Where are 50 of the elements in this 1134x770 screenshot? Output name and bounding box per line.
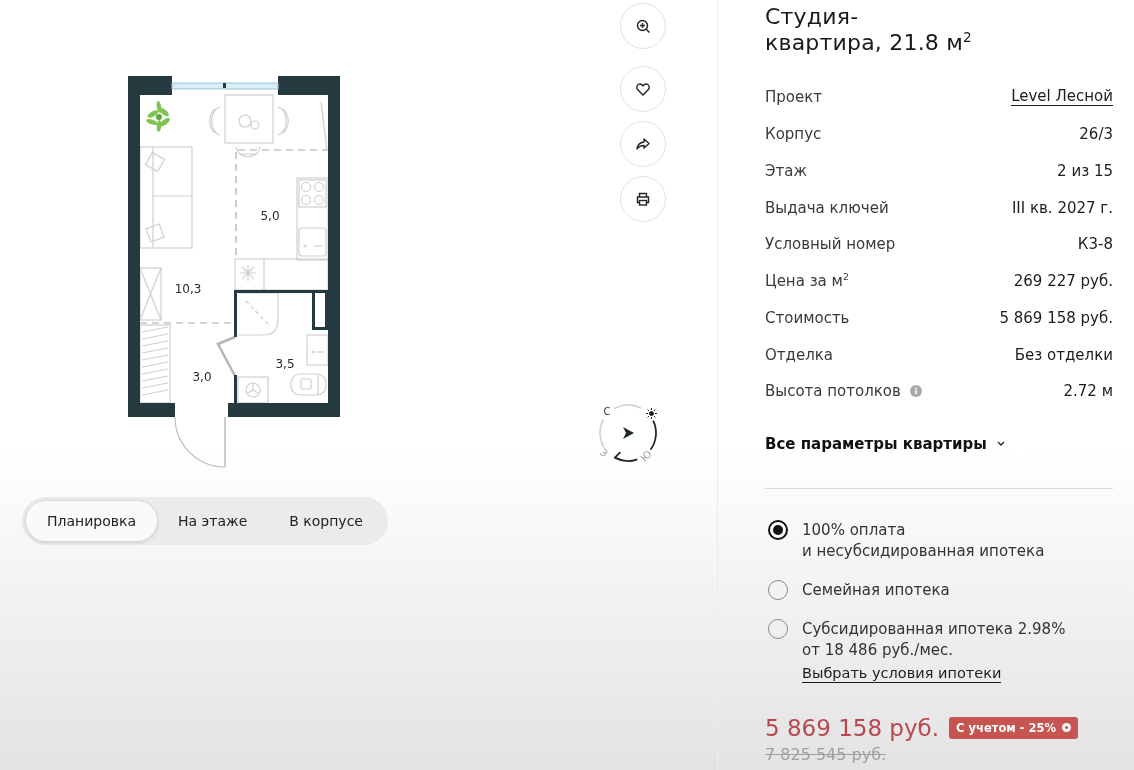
option-detail: от 18 486 руб./мес. (802, 639, 953, 661)
compass-letter: С (603, 405, 611, 417)
room-area: 10,3 (174, 282, 202, 296)
param-value: К3-8 (1077, 235, 1113, 254)
param-value: 26/3 (1079, 125, 1113, 144)
room-area: 5,0 (260, 209, 280, 223)
print-button[interactable] (620, 176, 666, 222)
room-area: 3,0 (192, 370, 212, 384)
param-label: Этаж (765, 161, 807, 180)
zoom-button[interactable] (620, 3, 666, 49)
pointer-icon (623, 427, 634, 439)
option-label: 100% оплата и несубсидированная ипотека (802, 519, 1045, 562)
project-link[interactable]: Level Лесной (1011, 88, 1113, 107)
all-params-toggle[interactable]: Все параметры квартиры (765, 425, 1005, 462)
share-button[interactable] (620, 121, 666, 167)
heart-icon (636, 82, 650, 96)
param-value: Без отделки (1014, 345, 1113, 364)
favorite-button[interactable] (620, 66, 666, 112)
discount-badge[interactable]: С учетом - 25% (949, 716, 1078, 739)
option-label: Субсидированная ипотека 2.98% (802, 618, 1066, 640)
option-label: Семейная ипотека (802, 579, 950, 601)
radio-button[interactable] (768, 520, 788, 541)
param-label: Высота потолков (765, 382, 901, 401)
param-label: Отделка (765, 345, 833, 364)
view-tab[interactable]: На этаже (157, 501, 269, 541)
sun-icon (646, 408, 657, 419)
param-label: Проект (765, 88, 822, 107)
param-value: 5 869 158 руб. (999, 308, 1113, 327)
param-value: 2 из 15 (1057, 161, 1113, 180)
zoom-in-icon (635, 18, 651, 34)
param-label: Цена за м$^{2}$ (765, 272, 849, 291)
compass-letter: З (598, 446, 610, 460)
apartment-title: Студия-квартира, 21.8 м$^{2}$ (765, 4, 973, 56)
param-value: 269 227 руб. (1013, 272, 1113, 291)
param-label: Корпус (765, 125, 822, 144)
param-label: Выдача ключей (765, 198, 889, 217)
param-value: III кв. 2027 г. (1011, 198, 1113, 217)
compass-letter: Ю (638, 448, 654, 464)
room-area: 3,5 (275, 357, 295, 371)
current-price: 5 869 158 руб. (765, 713, 940, 743)
view-tab[interactable]: Планировка (26, 501, 158, 541)
share-arrow-icon (636, 138, 650, 150)
param-value: 2.72 м (1063, 382, 1113, 401)
param-label: Условный номер (765, 235, 896, 254)
old-price: 7 825 545 руб. (765, 744, 888, 765)
dot-circle-icon (1062, 723, 1071, 733)
view-tab[interactable]: В корпусе (268, 501, 384, 541)
mortgage-terms-link[interactable]: Выбрать условия ипотеки (802, 663, 1002, 683)
printer-icon (636, 192, 650, 206)
param-label: Стоимость (765, 308, 850, 327)
